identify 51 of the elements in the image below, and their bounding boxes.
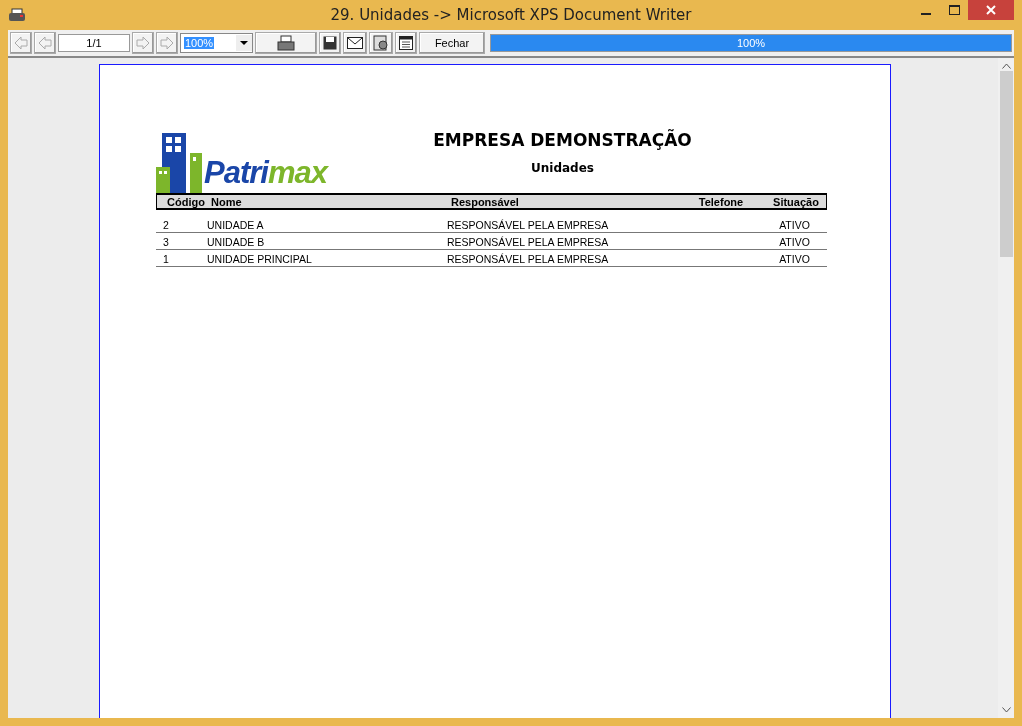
page-setup-button[interactable] xyxy=(395,32,417,54)
save-button[interactable] xyxy=(319,32,341,54)
column-header: Telefone xyxy=(697,195,745,208)
maximize-icon xyxy=(948,5,960,15)
table-cell-text: UNIDADE B xyxy=(207,236,266,249)
column-header: Responsável xyxy=(451,195,520,208)
email-button[interactable] xyxy=(343,32,367,54)
arrow-icon xyxy=(160,36,174,50)
close-icon xyxy=(986,5,996,15)
next-page-button[interactable] xyxy=(132,32,154,54)
column-header: Situação xyxy=(772,195,820,208)
scrollbar-thumb[interactable] xyxy=(999,71,1013,257)
export-button[interactable] xyxy=(369,32,393,54)
calendar-icon xyxy=(399,36,413,50)
close-report-button[interactable]: Fechar xyxy=(419,32,485,54)
column-header: Nome xyxy=(211,195,243,208)
printer-icon xyxy=(277,35,295,51)
table-cell-text: ATIVO xyxy=(778,253,811,266)
printer-icon xyxy=(8,8,26,22)
window-title: 29. Unidades -> Microsoft XPS Document Writer xyxy=(330,6,692,24)
arrow-icon xyxy=(14,36,28,50)
table-cell-text: RESPONSÁVEL PELA EMPRESA xyxy=(447,253,610,266)
table-cell-text: RESPONSÁVEL PELA EMPRESA xyxy=(447,236,610,249)
table-cell-text: UNIDADE PRINCIPAL xyxy=(207,253,313,266)
logo-text: Patrimax xyxy=(204,155,327,191)
table-cell-text: 1 xyxy=(163,253,170,266)
company-name: EMPRESA DEMONSTRAÇÃO xyxy=(433,130,692,150)
table-cell-text: ATIVO xyxy=(778,236,811,249)
buildings-logo-icon xyxy=(156,133,202,193)
document-icon xyxy=(373,35,389,51)
previous-page-button[interactable] xyxy=(34,32,56,54)
arrow-icon xyxy=(38,36,52,50)
table-cell-text: ATIVO xyxy=(778,219,811,232)
floppy-icon xyxy=(323,36,337,50)
table-cell-text: RESPONSÁVEL PELA EMPRESA xyxy=(447,219,610,232)
progress-label: 100% xyxy=(735,37,767,49)
arrow-icon xyxy=(136,36,150,50)
print-button[interactable] xyxy=(255,32,317,54)
minimize-icon xyxy=(921,13,931,15)
caret-icon xyxy=(236,35,252,51)
table-cell-text: UNIDADE A xyxy=(207,219,265,232)
table-cell-text: 3 xyxy=(163,236,170,249)
report-title: Unidades xyxy=(531,161,594,175)
close-button[interactable] xyxy=(968,0,1014,20)
page-field[interactable]: 1/1 xyxy=(58,34,130,52)
envelope-icon xyxy=(347,37,363,49)
first-page-button[interactable] xyxy=(10,32,32,54)
table-cell-text: 2 xyxy=(163,219,170,232)
column-header: Código xyxy=(167,195,206,208)
last-page-button[interactable] xyxy=(156,32,178,54)
scrollbar[interactable] xyxy=(998,58,1014,718)
